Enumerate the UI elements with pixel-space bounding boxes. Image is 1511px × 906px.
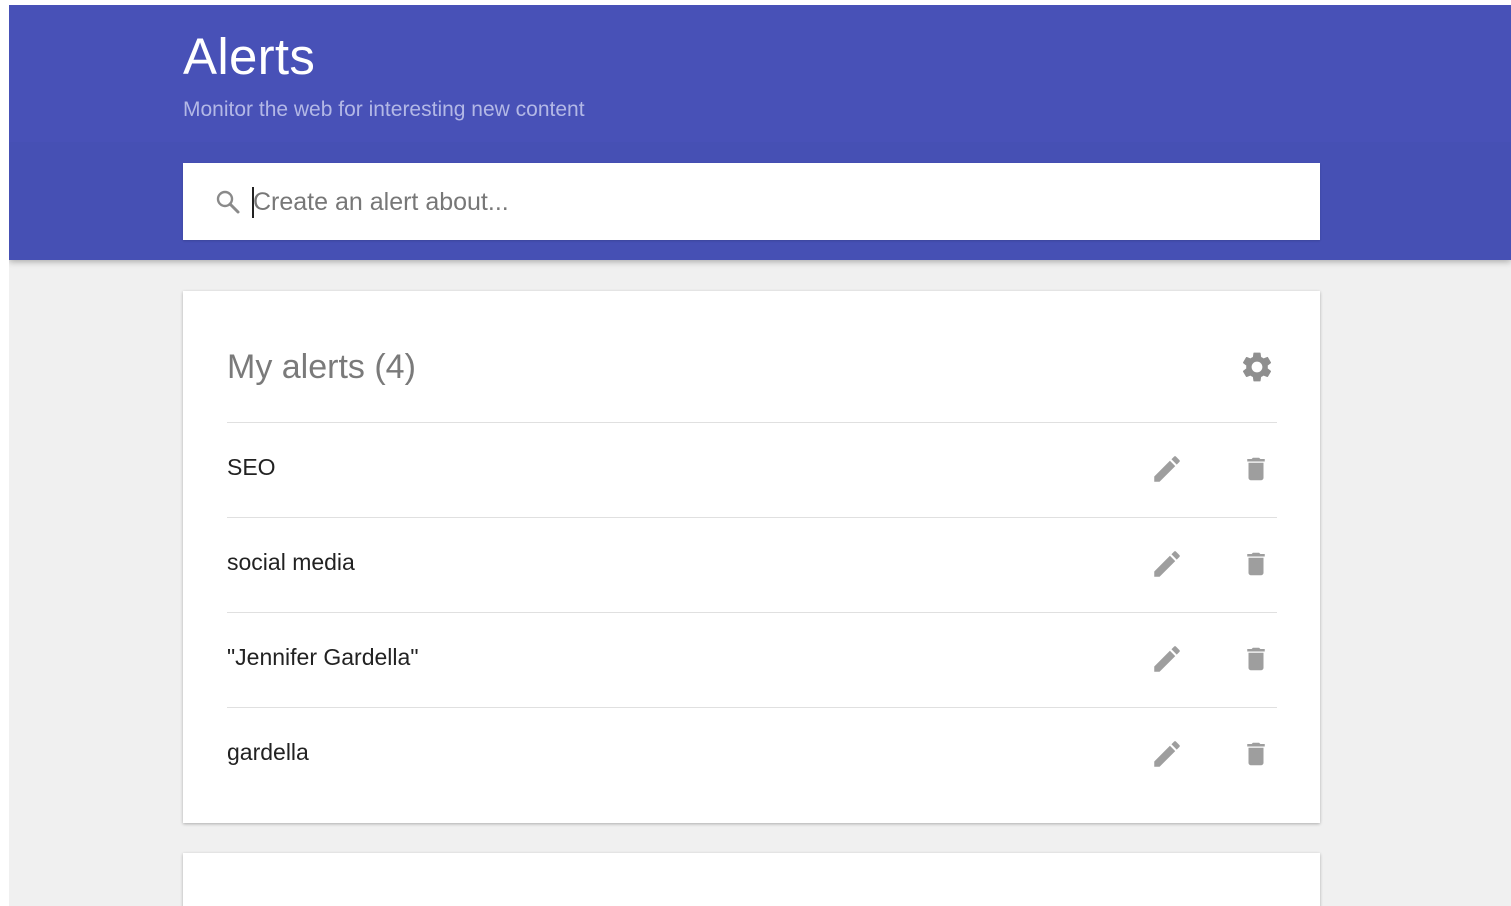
alert-row: social media <box>227 517 1277 612</box>
header-banner: Alerts Monitor the web for interesting n… <box>9 5 1511 142</box>
trash-icon[interactable] <box>1241 737 1271 771</box>
alert-name[interactable]: SEO <box>227 451 276 483</box>
search-box[interactable] <box>183 163 1320 240</box>
page-title: Alerts <box>183 28 316 85</box>
alerts-app: Alerts Monitor the web for interesting n… <box>9 5 1511 906</box>
alert-name[interactable]: "Jennifer Gardella" <box>227 641 418 673</box>
trash-icon[interactable] <box>1241 642 1271 676</box>
page-subtitle: Monitor the web for interesting new cont… <box>183 98 585 121</box>
pencil-icon[interactable] <box>1150 642 1184 676</box>
trash-icon[interactable] <box>1241 547 1271 581</box>
alert-list: SEO social media "Jennifer Gardella" gar… <box>227 422 1277 802</box>
alert-name[interactable]: social media <box>227 546 355 578</box>
create-alert-input[interactable] <box>253 181 1283 223</box>
alert-row: gardella <box>227 707 1277 802</box>
my-alerts-heading: My alerts (4) <box>227 348 416 386</box>
pencil-icon[interactable] <box>1150 737 1184 771</box>
pencil-icon[interactable] <box>1150 547 1184 581</box>
search-icon <box>215 189 241 215</box>
header: Alerts Monitor the web for interesting n… <box>9 5 1511 260</box>
secondary-card <box>183 853 1320 906</box>
pencil-icon[interactable] <box>1150 452 1184 486</box>
my-alerts-card: My alerts (4) SEO social media "Jennifer… <box>183 291 1320 823</box>
alert-row: "Jennifer Gardella" <box>227 612 1277 707</box>
gear-icon[interactable] <box>1239 349 1275 385</box>
alert-row: SEO <box>227 422 1277 517</box>
alert-name[interactable]: gardella <box>227 736 309 768</box>
trash-icon[interactable] <box>1241 452 1271 486</box>
